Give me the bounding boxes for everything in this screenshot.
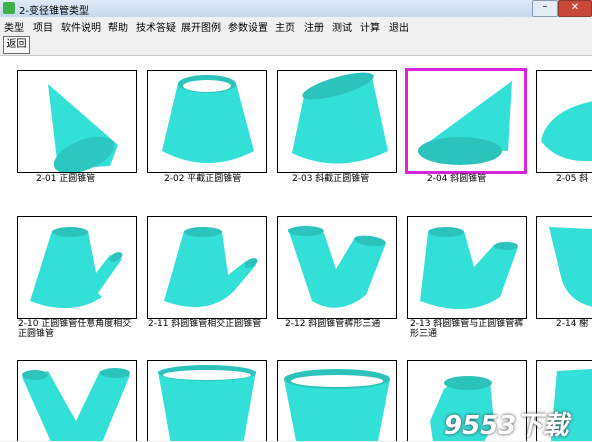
cone-partial-icon — [549, 227, 592, 307]
thumb-item-2-05[interactable] — [536, 70, 592, 173]
thumb-item-2-04[interactable] — [405, 68, 527, 174]
menu-item-tech-qa[interactable]: 技术答疑 — [136, 19, 176, 34]
thumb-item-2-12[interactable] — [277, 216, 397, 319]
thumb-item-2-13[interactable] — [407, 216, 527, 319]
menu-item-home[interactable]: 主页 — [275, 19, 295, 34]
app-icon — [3, 2, 15, 14]
pipe-type-gallery: 2-01 正圆锥管 2-02 平截正圆锥管 2-03 斜截正圆锥管 2-04 斜… — [0, 56, 592, 441]
item-label-line2: 形三通 — [410, 329, 438, 339]
y-branch-icon — [22, 368, 130, 441]
menu-item-test[interactable]: 测试 — [332, 19, 352, 34]
item-label: 2-03 斜截正圆锥管 — [292, 174, 370, 184]
flared-pipe-icon — [158, 365, 256, 441]
cone-branch-oblique-icon — [164, 227, 258, 308]
window-title: 2-变径锥管类型 — [19, 6, 89, 17]
truncated-cone-icon — [162, 75, 254, 163]
menu-item-type[interactable]: 类型 — [4, 19, 24, 34]
minimize-button[interactable]: – — [532, 0, 558, 17]
menu-bar: 类型 项目 软件说明 帮助 技术答疑 展开图例 参数设置 主页 注册 测试 计算… — [0, 17, 592, 34]
thumb-item-2-03[interactable] — [277, 70, 397, 173]
oblique-cone-icon — [418, 81, 512, 165]
item-label: 2-10 正圆锥管任意角度相交 — [18, 319, 132, 329]
item-label-line2: 正圆锥管 — [18, 329, 55, 339]
item-label: 2-02 平截正圆锥管 — [164, 174, 242, 184]
menu-item-software-info[interactable]: 软件说明 — [61, 19, 101, 34]
back-button[interactable]: 返回 — [3, 36, 30, 54]
thumb-item-2-02[interactable] — [147, 70, 267, 173]
toolbar: 返回 — [0, 33, 592, 56]
cone-branch-icon — [30, 227, 123, 309]
cone-partial-icon — [541, 101, 592, 162]
mixed-tee-icon — [420, 227, 518, 310]
item-label: 2-01 正圆锥管 — [36, 174, 96, 184]
cone-icon — [48, 84, 118, 172]
menu-item-unfold-example[interactable]: 展开图例 — [181, 19, 221, 34]
thumb-item-2-10[interactable] — [17, 216, 137, 319]
item-label: 2-11 斜圆锥管相交正圆锥管 — [148, 319, 262, 329]
thumb-item-2-01[interactable] — [17, 70, 137, 173]
thumb-item-row3-3[interactable] — [277, 360, 397, 441]
menu-item-exit[interactable]: 退出 — [389, 19, 409, 34]
thumb-item-row3-2[interactable] — [147, 360, 267, 441]
oblique-cut-cone-icon — [292, 72, 388, 164]
thumb-item-row3-1[interactable] — [17, 360, 137, 441]
menu-item-help[interactable]: 帮助 — [108, 19, 128, 34]
menu-item-settings[interactable]: 参数设置 — [228, 19, 268, 34]
item-label: 2-14 榭 — [556, 319, 589, 329]
thumb-item-2-14[interactable] — [536, 216, 592, 319]
item-label: 2-04 斜圆锥管 — [427, 174, 487, 184]
thumb-item-2-11[interactable] — [147, 216, 267, 319]
watermark-logo: 9553下载 — [444, 411, 569, 441]
menu-item-register[interactable]: 注册 — [304, 19, 324, 34]
menu-item-project[interactable]: 项目 — [33, 19, 53, 34]
item-label: 2-05 斜 — [556, 174, 589, 184]
close-button[interactable]: ✕ — [558, 0, 592, 17]
bowl-pipe-icon — [284, 369, 390, 441]
menu-item-calculate[interactable]: 计算 — [360, 19, 380, 34]
item-label: 2-13 斜圆锥管与正圆锥管裤 — [410, 319, 524, 329]
item-label: 2-12 斜圆锥管裤形三通 — [285, 319, 381, 329]
trousers-tee-icon — [288, 226, 386, 308]
title-bar: 2-变径锥管类型 – ✕ — [0, 0, 592, 18]
